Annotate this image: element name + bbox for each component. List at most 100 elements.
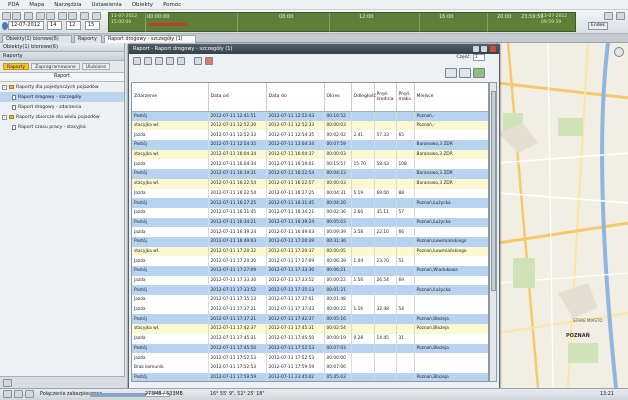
menu-obiekty[interactable]: Obiekty bbox=[132, 2, 153, 8]
table-row[interactable]: Postój 2012-07-11 16:34:21 2012-07-11 16:3… bbox=[132, 217, 488, 228]
col-data-od[interactable]: Data od bbox=[208, 83, 267, 112]
table-row[interactable]: Jazda 2012-07-11 16:22:54 2012-07-11 16:27… bbox=[132, 188, 488, 199]
forward-icon[interactable] bbox=[12, 12, 21, 20]
tree-folder-multi[interactable]: - Raporty zbiorcze dla wielu pojazdów bbox=[0, 112, 124, 122]
check-icon[interactable] bbox=[3, 379, 12, 387]
date-input[interactable]: 12-07-2012 bbox=[8, 21, 44, 30]
table-cell: 2012-07-11 12:52:33 bbox=[266, 120, 325, 131]
menu-mapa[interactable]: Mapa bbox=[29, 2, 44, 8]
table-row[interactable]: Jazda 2012-07-11 17:45:31 2012-07-11 17:45… bbox=[132, 333, 488, 344]
table-row[interactable]: Jazda 2012-07-11 17:20:30 2012-07-11 17:27… bbox=[132, 256, 488, 266]
table-row[interactable]: stacyjka wł. 2012-07-11 17:20:32 2012-07-1… bbox=[132, 246, 488, 257]
tree-item-raport-szczegoly[interactable]: Raport drogowy - szczegóły bbox=[0, 92, 124, 102]
table-row[interactable]: Jazda 2012-07-11 16:04:34 2012-07-11 16:19… bbox=[132, 159, 488, 170]
close-icon[interactable] bbox=[490, 46, 496, 52]
sync-icon[interactable] bbox=[604, 12, 613, 20]
export-icon[interactable] bbox=[473, 68, 485, 78]
table-row[interactable]: Brak komunik. 2012-07-11 17:52:53 2012-07-… bbox=[132, 362, 488, 373]
table-row[interactable]: Jazda 2012-07-11 17:33:30 2012-07-11 17:33… bbox=[132, 275, 488, 286]
table-cell: 58.43 bbox=[374, 159, 397, 170]
table-row[interactable]: Postój 2012-07-11 12:41:51 2012-07-11 12:5… bbox=[132, 111, 488, 121]
table-scrollbar[interactable] bbox=[489, 82, 497, 382]
table-cell: 23.70 bbox=[374, 256, 397, 266]
print-icon[interactable] bbox=[133, 57, 141, 65]
collapse-icon[interactable]: - bbox=[2, 114, 7, 120]
minute-input[interactable]: 12 bbox=[66, 21, 81, 30]
table-row[interactable]: Jazda 2012-07-11 16:39:24 2012-07-11 16:49… bbox=[132, 227, 488, 237]
pdf-icon[interactable] bbox=[144, 57, 152, 65]
table-cell: 05:45:03 bbox=[324, 372, 352, 381]
table-row[interactable]: Jazda 2012-07-11 12:52:33 2012-07-11 12:54… bbox=[132, 130, 488, 141]
timeline-end-button[interactable]: Endek bbox=[588, 22, 608, 30]
table-row[interactable]: Jazda 2012-07-11 16:31:45 2012-07-11 16:34… bbox=[132, 207, 488, 218]
tree-item-raport-czasu-pracy[interactable]: Raport czasu pracy - stacyjka bbox=[0, 122, 124, 132]
settings-icon[interactable] bbox=[194, 57, 202, 65]
col-miejsce[interactable]: Miejsce bbox=[414, 83, 488, 112]
tab-raporty[interactable]: Raporty bbox=[74, 35, 102, 43]
table-cell: 00:00:22 bbox=[324, 304, 352, 315]
col-zdarzenie[interactable]: Zdarzenie bbox=[132, 83, 209, 112]
table-row[interactable]: Jazda 2012-07-11 17:37:21 2012-07-11 17:37… bbox=[132, 304, 488, 315]
table-row[interactable]: stacyjka wł. 2012-07-11 16:22:54 2012-07-1… bbox=[132, 178, 488, 189]
table-cell bbox=[351, 362, 375, 373]
subtab-ulubione[interactable]: Ulubione bbox=[81, 63, 111, 70]
collapse-icon[interactable]: - bbox=[2, 84, 7, 90]
part-input[interactable]: 1 bbox=[473, 54, 485, 61]
edit-icon[interactable] bbox=[445, 68, 457, 78]
col-odleglosc[interactable]: Odległość bbox=[351, 83, 376, 112]
minimize-icon[interactable] bbox=[473, 46, 479, 52]
second-input[interactable]: 15 bbox=[85, 21, 100, 30]
list-icon[interactable] bbox=[46, 12, 55, 20]
table-row[interactable]: stacyjka wł. 2012-07-11 12:52:30 2012-07-1… bbox=[132, 120, 488, 131]
table-row[interactable]: stacyjka wł. 2012-07-11 16:04:34 2012-07-1… bbox=[132, 149, 488, 160]
menu-narzedzia[interactable]: Narzędzia bbox=[54, 2, 81, 8]
table-cell: 2012-07-11 17:45:50 bbox=[208, 343, 267, 354]
table-row[interactable]: Postój 2012-07-11 17:33:52 2012-07-11 17:3… bbox=[132, 285, 488, 296]
delete-icon[interactable] bbox=[205, 57, 213, 65]
excel-icon[interactable] bbox=[155, 57, 163, 65]
table-cell bbox=[351, 343, 375, 354]
zoom-icon[interactable] bbox=[92, 12, 101, 20]
menu-ustawienia[interactable]: Ustawienia bbox=[92, 2, 122, 8]
map-zoom-icon[interactable] bbox=[614, 47, 624, 57]
table-row[interactable]: Postój 2012-07-11 16:19:31 2012-07-11 16:2… bbox=[132, 169, 488, 179]
back-icon[interactable] bbox=[2, 12, 11, 20]
col-pred-maks[interactable]: Pręd. maks. bbox=[396, 83, 415, 112]
scrollbar-thumb[interactable] bbox=[491, 91, 496, 291]
calendar-icon[interactable] bbox=[58, 12, 67, 20]
table-row[interactable]: Postój 2012-07-11 17:37:21 2012-07-11 17:4… bbox=[132, 314, 488, 325]
email-icon[interactable] bbox=[177, 57, 185, 65]
table-row[interactable]: Postój 2012-07-11 16:27:25 2012-07-11 16:3… bbox=[132, 198, 488, 208]
hour-input[interactable]: 14 bbox=[47, 21, 62, 30]
map-view[interactable]: POZNAŃ STARE MIASTO bbox=[497, 43, 628, 388]
table-row[interactable]: stacyjka wł. 2012-07-11 17:42:37 2012-07-1… bbox=[132, 324, 488, 334]
settings-icon[interactable] bbox=[80, 12, 89, 20]
tab-obiekty[interactable]: Obiekty(1) biorowe(6) bbox=[2, 35, 72, 43]
maximize-icon[interactable] bbox=[481, 46, 487, 52]
table-cell bbox=[351, 217, 375, 228]
table-row[interactable]: Postój 2012-07-11 17:45:50 2012-07-11 17:5… bbox=[132, 343, 488, 354]
tree-item-raport-zdarzenia[interactable]: Raport drogowy - zdarzenia bbox=[0, 102, 124, 112]
table-row[interactable]: Postój 2012-07-11 17:59:59 2012-07-11 23:4… bbox=[132, 372, 488, 381]
col-data-do[interactable]: Data do bbox=[266, 83, 325, 112]
table-row[interactable]: Postój 2012-07-11 17:27:09 2012-07-11 17:3… bbox=[132, 266, 488, 276]
menu-pomoc[interactable]: Pomoc bbox=[163, 2, 181, 8]
tab-raport-drogowy[interactable]: Raport drogowy - szczegóły (1) bbox=[104, 35, 196, 43]
tools-icon[interactable] bbox=[459, 68, 471, 78]
col-pred-srednia[interactable]: Pręd. średnia bbox=[374, 83, 397, 112]
menu-pda[interactable]: PDA bbox=[8, 2, 19, 8]
subtab-zaprogramowane[interactable]: Zaprogramowane bbox=[31, 63, 80, 70]
map-icon[interactable] bbox=[36, 12, 45, 20]
refresh-icon[interactable] bbox=[24, 12, 33, 20]
table-row[interactable]: Postój 2012-07-11 16:49:03 2012-07-11 17:2… bbox=[132, 236, 488, 247]
col-okres[interactable]: Okres bbox=[324, 83, 352, 112]
table-row[interactable]: Postój 2012-07-11 12:54:35 2012-07-11 13:0… bbox=[132, 140, 488, 150]
timeline-slider[interactable]: 11-07-2012 15:00:00 00:00:00 08:00 12:00… bbox=[108, 12, 576, 33]
save-icon[interactable] bbox=[166, 57, 174, 65]
tree-folder-single[interactable]: - Raporty dla pojedynczych pojazdów bbox=[0, 82, 124, 92]
exit-icon[interactable] bbox=[616, 12, 625, 20]
print-icon[interactable] bbox=[68, 12, 77, 20]
table-row[interactable]: Jazda 2012-07-11 17:35:13 2012-07-11 17:37… bbox=[132, 295, 488, 305]
subtab-raporty[interactable]: Raporty bbox=[3, 63, 30, 70]
table-row[interactable]: Jazda 2012-07-11 17:52:53 2012-07-11 17:52… bbox=[132, 353, 488, 363]
